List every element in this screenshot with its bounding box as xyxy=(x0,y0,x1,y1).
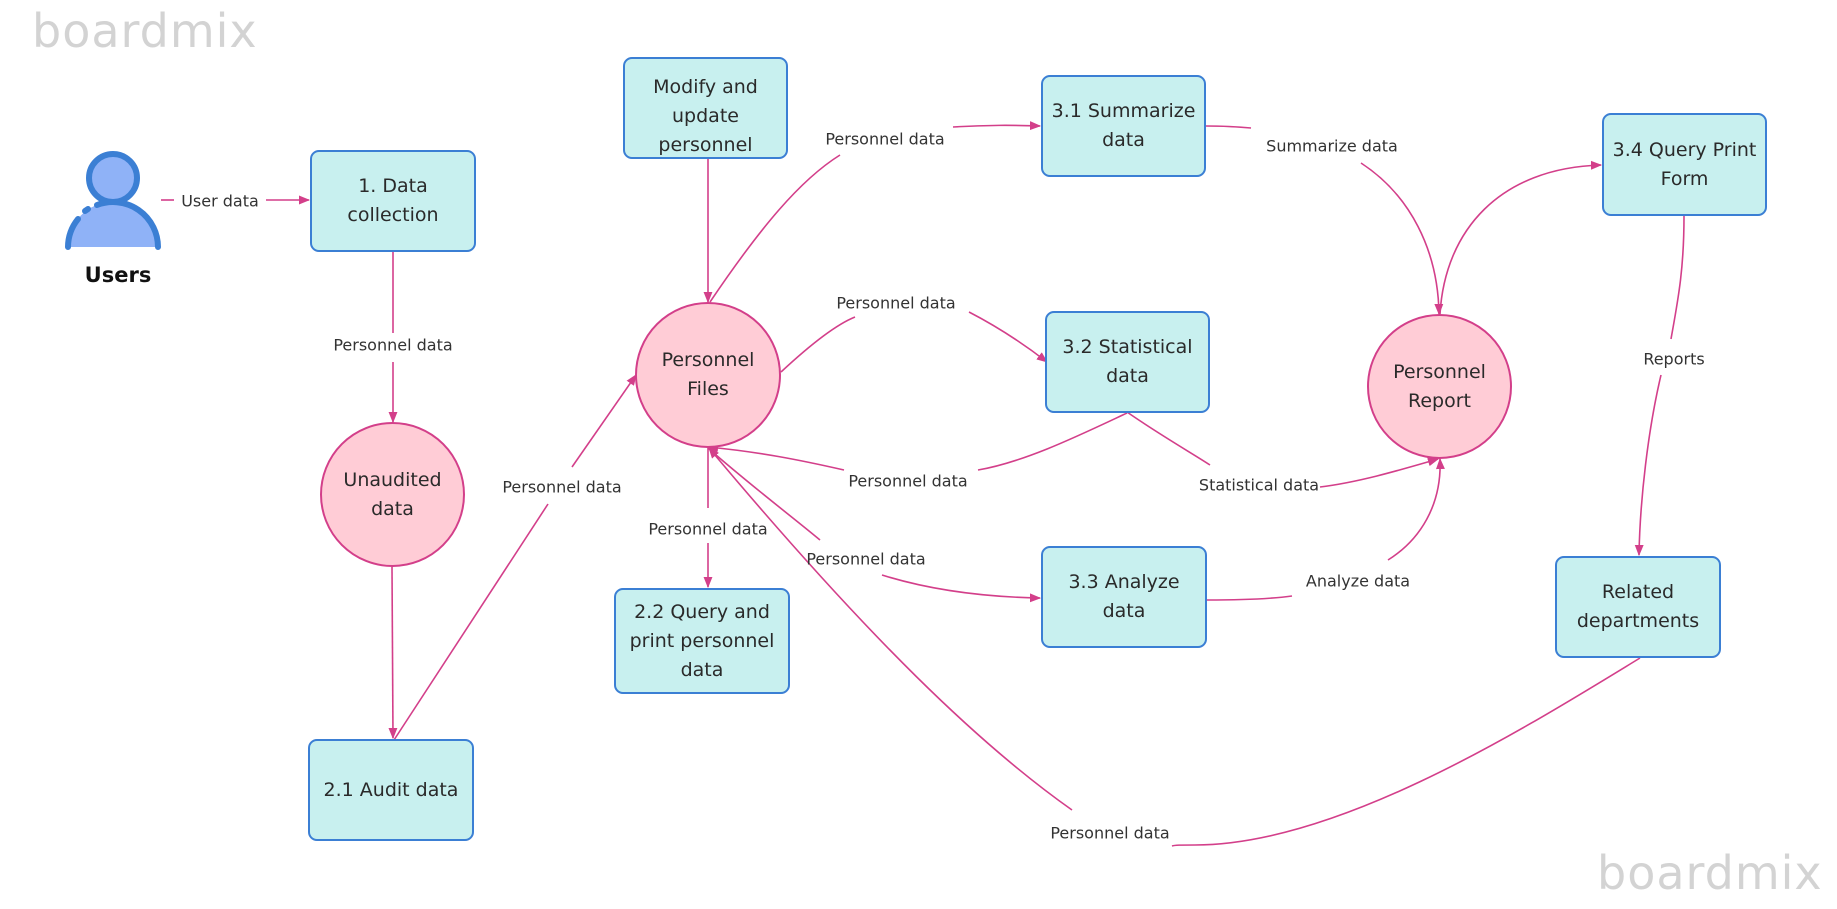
flow-statistical-seg1[interactable] xyxy=(977,412,1128,471)
flow-label-files-analyze: Personnel data xyxy=(806,549,926,569)
process-analyze-data[interactable]: 3.3 Analyze data xyxy=(1041,546,1207,648)
flow-label-files-summarize: Personnel data xyxy=(825,129,945,149)
flow-reports-to-departments[interactable] xyxy=(1634,374,1662,557)
flow-files-seg2[interactable] xyxy=(780,316,856,373)
process-statistical-data[interactable]: 3.2 Statistical data xyxy=(1045,311,1210,413)
store-label: Personnel Files xyxy=(661,349,755,400)
flow-statistical-to-report[interactable] xyxy=(1319,457,1440,488)
process-summarize-data[interactable]: 3.1 Summarize data xyxy=(1041,75,1206,177)
flow-label-reports: Reports xyxy=(1643,349,1705,369)
flow-files-to-statistical[interactable] xyxy=(968,311,1048,363)
flow-label-files-query: Personnel data xyxy=(648,519,768,539)
flow-label-statistical-files: Personnel data xyxy=(848,471,968,491)
process-label: Modify and update personnel data xyxy=(653,76,758,156)
flow-unaudited-to-audit[interactable] xyxy=(388,566,398,740)
process-audit-data[interactable]: 2.1 Audit data xyxy=(308,739,474,841)
flow-label-summarize-report: Summarize data xyxy=(1266,136,1398,156)
user-icon[interactable] xyxy=(62,148,172,257)
process-modify-update[interactable]: Modify and update personnel data xyxy=(623,57,788,159)
process-label: 2.2 Query and print personnel data xyxy=(629,600,775,681)
flow-files-seg1[interactable] xyxy=(709,154,841,303)
process-label: 2.1 Audit data xyxy=(323,778,459,801)
flow-label-departments-files: Personnel data xyxy=(1050,823,1170,843)
flow-summarize-to-report[interactable] xyxy=(1360,162,1444,316)
store-personnel-files[interactable]: Personnel Files xyxy=(635,302,781,448)
store-label: Unaudited data xyxy=(343,468,442,520)
store-label: Personnel Report xyxy=(1393,360,1486,412)
flow-query-form-seg1[interactable] xyxy=(1670,215,1685,340)
process-query-print-form[interactable]: 3.4 Query Print Form xyxy=(1602,113,1767,216)
entity-related-departments[interactable]: Related departments xyxy=(1555,556,1721,658)
entity-label: Related departments xyxy=(1576,581,1700,632)
flow-files-to-summarize[interactable] xyxy=(952,121,1042,131)
users-label: Users xyxy=(84,263,152,287)
flow-label-user-data: User data xyxy=(181,191,259,211)
flow-label-files-statistical: Personnel data xyxy=(836,293,956,313)
flow-audit-to-files[interactable] xyxy=(571,374,637,468)
process-label: 3.2 Statistical data xyxy=(1062,336,1193,387)
flow-report-to-query-form[interactable] xyxy=(1439,160,1603,315)
flow-summarize-seg1[interactable] xyxy=(1205,125,1252,129)
process-query-print-personnel[interactable]: 2.2 Query and print personnel data xyxy=(614,588,790,694)
process-label: 1. Data collection xyxy=(347,175,439,226)
flow-files-to-analyze[interactable] xyxy=(881,574,1042,603)
watermark-bottom: boardmix xyxy=(1597,846,1823,900)
flow-analyze-seg1[interactable] xyxy=(1206,595,1293,601)
store-unaudited-data[interactable]: Unaudited data xyxy=(320,422,465,567)
flow-label-audit: Personnel data xyxy=(502,477,622,497)
process-label: 3.4 Query Print Form xyxy=(1612,138,1757,190)
flow-label-analyze-report: Analyze data xyxy=(1305,571,1411,591)
flow-departments-seg1[interactable] xyxy=(1171,657,1641,847)
flow-statistical-seg2[interactable] xyxy=(1126,411,1211,466)
store-personnel-report[interactable]: Personnel Report xyxy=(1367,314,1512,459)
flow-analyze-to-report[interactable] xyxy=(1387,457,1445,561)
process-label: 3.3 Analyze data xyxy=(1068,571,1180,622)
process-label: 3.1 Summarize data xyxy=(1051,100,1196,151)
process-data-collection[interactable]: 1. Data collection xyxy=(310,150,476,252)
watermark-top: boardmix xyxy=(32,4,258,58)
flow-label-collection: Personnel data xyxy=(333,335,453,355)
flow-label-statistical-report: Statistical data xyxy=(1198,475,1320,495)
